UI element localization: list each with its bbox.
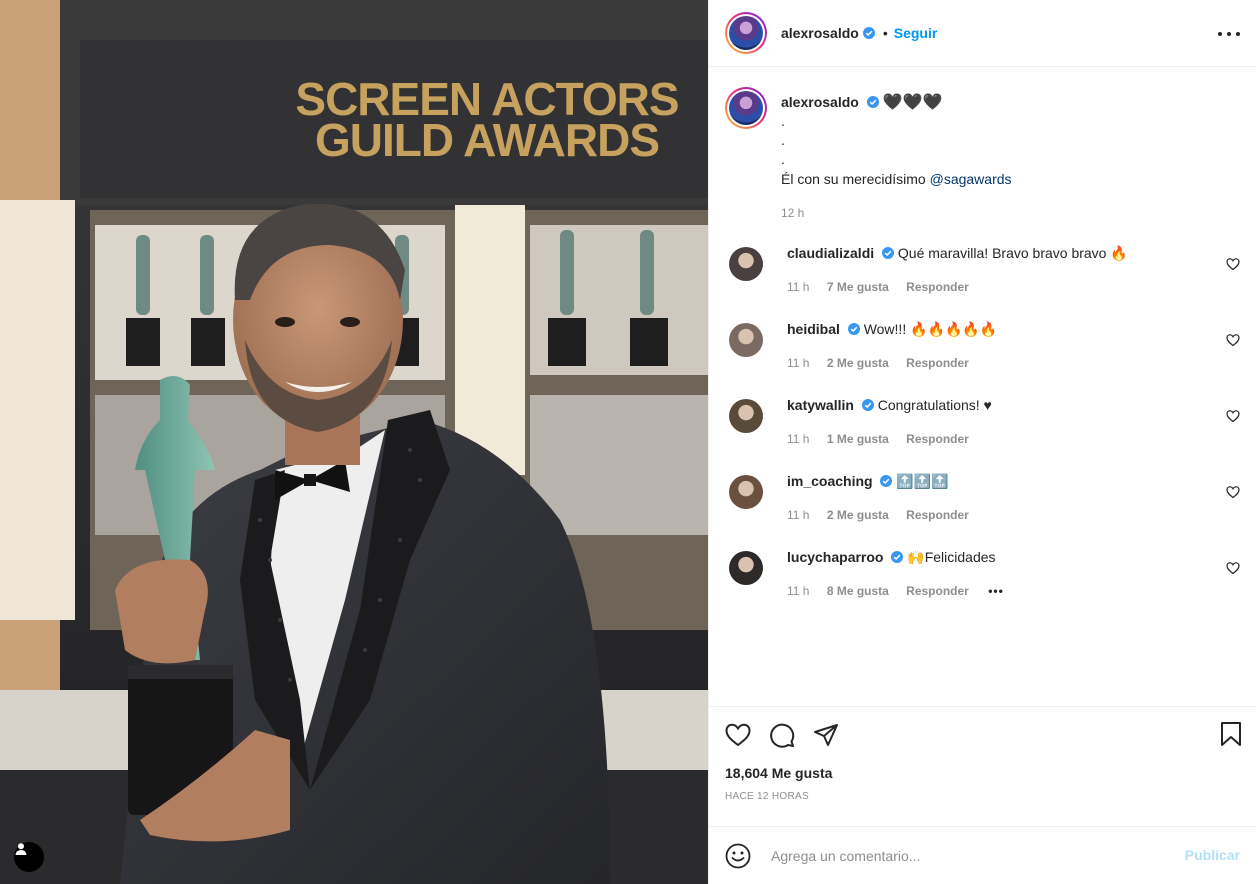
comment-input[interactable] <box>771 847 1151 864</box>
comment-likes[interactable]: 8 Me gusta <box>827 584 889 598</box>
reply-button[interactable]: Responder <box>906 356 969 370</box>
commenter-avatar[interactable] <box>729 475 763 509</box>
comment-item: katywallin Congratulations! ♥ 11 h 1 Me … <box>725 395 1240 449</box>
comment-time: 11 h <box>787 432 810 446</box>
reply-button[interactable]: Responder <box>906 584 969 598</box>
verified-badge-icon <box>861 399 874 411</box>
mention-link[interactable]: @sagawards <box>930 171 1012 187</box>
comment-time: 11 h <box>787 584 810 598</box>
comment-icon[interactable] <box>769 722 795 748</box>
comment-time: 11 h <box>787 508 810 522</box>
like-comment-heart-icon[interactable] <box>1226 485 1240 499</box>
verified-badge-icon <box>891 551 904 563</box>
post-dialog: SCREEN ACTORS GUILD AWARDS alexrosaldo • <box>0 0 1256 884</box>
caption-username[interactable]: alexrosaldo <box>781 94 859 110</box>
comment-item: claudializaldi Qué maravilla! Bravo brav… <box>725 243 1240 297</box>
post-photo[interactable]: SCREEN ACTORS GUILD AWARDS <box>0 0 708 884</box>
comment-item: im_coaching 🔝🔝🔝 11 h 2 Me gusta Responde… <box>725 471 1240 525</box>
like-comment-heart-icon[interactable] <box>1226 257 1240 271</box>
author-username[interactable]: alexrosaldo <box>781 25 859 41</box>
add-comment-bar: Publicar <box>709 826 1256 884</box>
caption-avatar[interactable] <box>725 87 767 129</box>
comment-item: lucychaparroo 🙌Felicidades 11 h 8 Me gus… <box>725 547 1240 601</box>
comment-likes[interactable]: 2 Me gusta <box>827 356 889 370</box>
post-side-panel: alexrosaldo • Seguir alexrosaldo 🖤🖤🖤 . .… <box>708 0 1256 884</box>
comment-more-icon[interactable]: ••• <box>988 581 1004 601</box>
bookmark-icon[interactable] <box>1220 721 1242 747</box>
caption-hearts: 🖤🖤🖤 <box>882 94 943 111</box>
like-comment-heart-icon[interactable] <box>1226 333 1240 347</box>
comment-text: Wow!!! 🔥🔥🔥🔥🔥 <box>863 321 998 337</box>
verified-badge-icon <box>880 475 893 487</box>
commenter-username[interactable]: im_coaching <box>787 473 873 489</box>
verified-badge-icon <box>847 323 860 335</box>
emoji-icon[interactable] <box>725 843 751 869</box>
comment-text: Qué maravilla! Bravo bravo bravo 🔥 <box>897 245 1128 261</box>
verified-badge-icon <box>866 96 879 108</box>
post-header: alexrosaldo • Seguir <box>709 0 1256 67</box>
verified-badge-icon <box>882 247 895 259</box>
user-icon <box>15 843 27 855</box>
comment-time: 11 h <box>787 356 810 370</box>
share-icon[interactable] <box>813 723 839 747</box>
like-comment-heart-icon[interactable] <box>1226 561 1240 575</box>
reply-button[interactable]: Responder <box>906 508 969 522</box>
comment-item: heidibal Wow!!! 🔥🔥🔥🔥🔥 11 h 2 Me gusta Re… <box>725 319 1240 373</box>
comment-likes[interactable]: 7 Me gusta <box>827 280 889 294</box>
header-separator: • <box>882 25 888 41</box>
comment-time: 11 h <box>787 280 810 294</box>
caption-time: 12 h <box>781 206 805 220</box>
comment-text: 🔝🔝🔝 <box>896 473 949 489</box>
reply-button[interactable]: Responder <box>906 280 969 294</box>
post-actions: 18,604 Me gusta HACE 12 HORAS <box>709 706 1256 826</box>
verified-badge-icon <box>862 27 875 39</box>
commenter-username[interactable]: claudializaldi <box>787 245 874 261</box>
signage-line2: GUILD AWARDS <box>315 114 659 166</box>
author-avatar[interactable] <box>725 12 767 54</box>
comments-list[interactable]: alexrosaldo 🖤🖤🖤 . . . Él con su merecidí… <box>709 67 1256 706</box>
follow-button[interactable]: Seguir <box>894 25 938 41</box>
heart-icon[interactable] <box>725 723 751 747</box>
comment-text: 🙌Felicidades <box>907 549 996 565</box>
comment-text: Congratulations! ♥ <box>877 397 992 413</box>
caption-text: . . . Él con su merecidísimo @sagawards <box>781 113 1012 187</box>
commenter-avatar[interactable] <box>729 551 763 585</box>
commenter-username[interactable]: heidibal <box>787 321 840 337</box>
commenter-avatar[interactable] <box>729 399 763 433</box>
likes-count[interactable]: 18,604 Me gusta <box>725 765 1240 781</box>
like-comment-heart-icon[interactable] <box>1226 409 1240 423</box>
publish-button[interactable]: Publicar <box>1185 847 1240 863</box>
post-caption: alexrosaldo 🖤🖤🖤 . . . Él con su merecidí… <box>725 87 1240 223</box>
comment-likes[interactable]: 2 Me gusta <box>827 508 889 522</box>
comment-likes[interactable]: 1 Me gusta <box>827 432 889 446</box>
commenter-username[interactable]: katywallin <box>787 397 854 413</box>
tagged-users-button[interactable] <box>14 842 44 872</box>
commenter-avatar[interactable] <box>729 323 763 357</box>
commenter-username[interactable]: lucychaparroo <box>787 549 883 565</box>
posted-time: HACE 12 HORAS <box>725 791 809 802</box>
more-horizontal-icon[interactable] <box>1218 24 1240 44</box>
commenter-avatar[interactable] <box>729 247 763 281</box>
photo-illustration: SCREEN ACTORS GUILD AWARDS <box>0 0 708 884</box>
reply-button[interactable]: Responder <box>906 432 969 446</box>
